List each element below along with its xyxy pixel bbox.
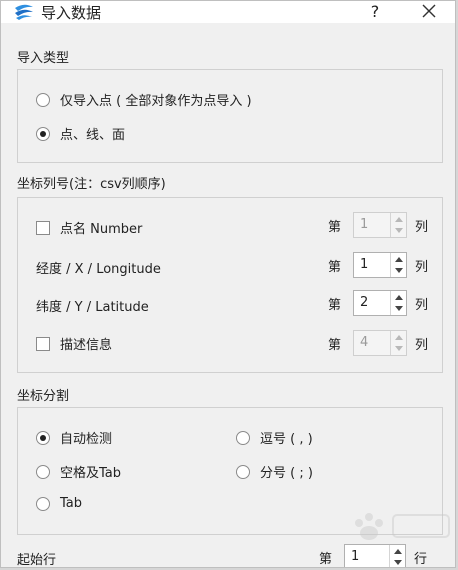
spin-up-icon[interactable]: [391, 253, 407, 265]
spin-suffix: 列: [415, 297, 429, 313]
separator-option-space-tab[interactable]: 空格及Tab: [36, 462, 121, 481]
spin-value: 1: [360, 257, 369, 272]
option-label: 逗号 ( , ): [260, 432, 313, 447]
spin-down-icon[interactable]: [391, 343, 407, 355]
spin-up-icon[interactable]: [391, 331, 407, 343]
checkbox-description[interactable]: [36, 336, 50, 351]
watermark-logo-icon: [355, 513, 450, 540]
spin-down-icon[interactable]: [391, 225, 407, 237]
spin-value: 1: [360, 217, 369, 232]
option-label: 仅导入点 ( 全部对象作为点导入 ): [60, 94, 252, 109]
radio-points-only[interactable]: [36, 92, 50, 107]
import-type-group: 仅导入点 ( 全部对象作为点导入 ) 点、线、面: [17, 69, 443, 163]
import-type-option-points-only[interactable]: 仅导入点 ( 全部对象作为点导入 ): [36, 90, 252, 109]
spin-down-icon[interactable]: [391, 265, 407, 277]
column-label-longitude: 经度 / X / Longitude: [36, 262, 161, 277]
separator-option-tab[interactable]: Tab: [36, 496, 82, 511]
longitude-column-spinbox[interactable]: 1: [353, 252, 408, 278]
column-number-spin: 第 1 列: [328, 212, 428, 238]
spin-value: 4: [360, 335, 369, 350]
description-column-spinbox[interactable]: 4: [353, 330, 408, 356]
window-title: 导入数据: [41, 4, 102, 22]
radio-tab[interactable]: [36, 496, 50, 511]
spin-value: 1: [351, 549, 360, 564]
spin-prefix: 第: [328, 219, 342, 235]
checkbox-number[interactable]: [36, 220, 50, 235]
radio-comma[interactable]: [236, 430, 250, 445]
number-column-spinbox[interactable]: 1: [353, 212, 408, 238]
spin-suffix: 列: [415, 259, 429, 275]
column-label: 描述信息: [60, 338, 113, 353]
columns-heading: 坐标列号(注：csv列顺序): [17, 177, 166, 192]
option-label: 自动检测: [60, 432, 113, 447]
spin-prefix: 第: [328, 297, 342, 313]
spin-prefix: 第: [328, 259, 342, 275]
separator-option-semicolon[interactable]: 分号 ( ; ): [236, 462, 313, 481]
spin-prefix: 第: [319, 551, 333, 567]
spin-prefix: 第: [328, 337, 342, 353]
latitude-column-spinbox[interactable]: 2: [353, 290, 408, 316]
radio-semicolon[interactable]: [236, 464, 250, 479]
column-latitude-spin: 第 2 列: [328, 290, 428, 316]
column-row-number[interactable]: 点名 Number: [36, 218, 142, 237]
column-longitude-spin: 第 1 列: [328, 252, 428, 278]
separator-heading: 坐标分割: [17, 389, 70, 404]
import-type-heading: 导入类型: [17, 51, 70, 66]
spin-up-icon[interactable]: [391, 291, 407, 303]
help-button[interactable]: ?: [361, 1, 389, 23]
import-data-dialog: 导入数据 ? 导入类型 仅导入点 ( 全部对象作为点导入 ) 点、线、面 坐标列…: [0, 0, 456, 568]
radio-space-tab[interactable]: [36, 464, 50, 479]
spin-down-icon[interactable]: [390, 557, 406, 568]
start-row-label: 起始行: [17, 553, 57, 568]
option-label: Tab: [60, 496, 83, 511]
column-row-description[interactable]: 描述信息: [36, 334, 112, 353]
column-label: 点名 Number: [60, 222, 143, 237]
spin-down-icon[interactable]: [391, 303, 407, 315]
close-icon[interactable]: [413, 1, 445, 23]
option-label: 分号 ( ; ): [260, 466, 313, 481]
radio-auto-detect[interactable]: [36, 430, 50, 445]
radio-point-line-polygon[interactable]: [36, 126, 50, 141]
separator-option-auto[interactable]: 自动检测: [36, 428, 112, 447]
column-description-spin: 第 4 列: [328, 330, 428, 356]
app-logo-icon: [15, 4, 33, 20]
spin-suffix: 列: [415, 219, 429, 235]
column-label-latitude: 纬度 / Y / Latitude: [36, 300, 149, 315]
spin-suffix: 列: [415, 337, 429, 353]
option-label: 空格及Tab: [60, 466, 122, 481]
spin-up-icon[interactable]: [391, 213, 407, 225]
columns-group: 点名 Number 第 1 列 经度 / X / Longitude 第 1 列…: [17, 197, 443, 373]
title-bar: 导入数据 ?: [1, 1, 455, 23]
spin-value: 2: [360, 295, 369, 310]
option-label: 点、线、面: [60, 128, 126, 143]
import-type-option-point-line-polygon[interactable]: 点、线、面: [36, 124, 125, 143]
separator-option-comma[interactable]: 逗号 ( , ): [236, 428, 313, 447]
